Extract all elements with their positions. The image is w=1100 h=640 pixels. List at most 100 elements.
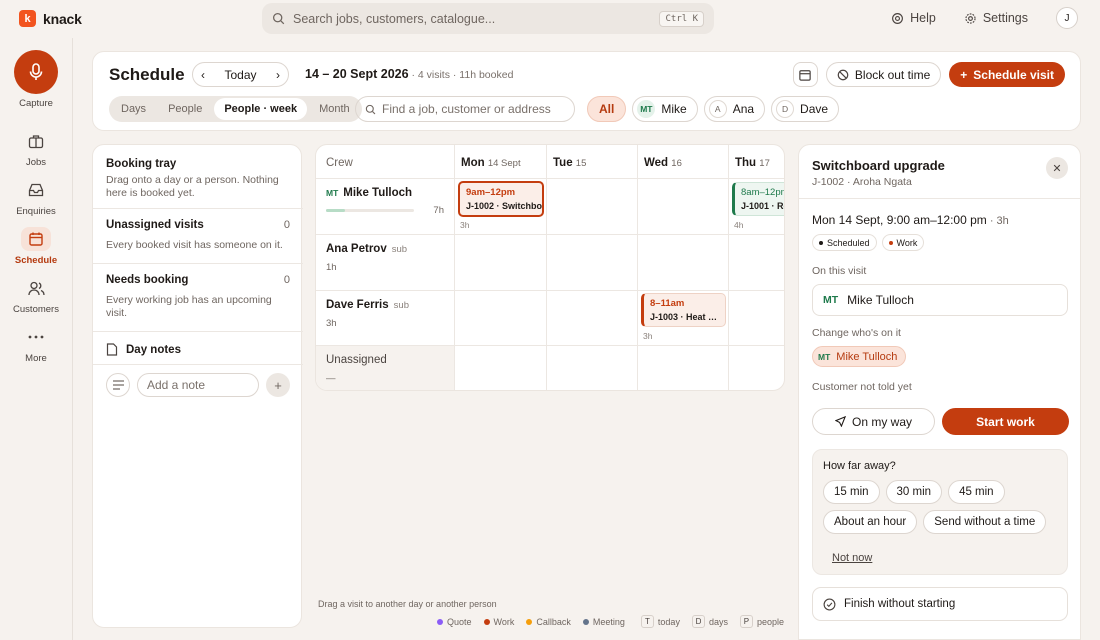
grid-cell[interactable]	[455, 291, 547, 346]
grid-cell[interactable]	[729, 235, 784, 291]
finish-label: Finish without starting	[844, 598, 956, 610]
chevron-right-icon[interactable]: ›	[276, 68, 280, 82]
crew-row-mike[interactable]: MT Mike Tulloch 7h	[316, 179, 455, 235]
assigned-person[interactable]: MT Mike Tulloch	[812, 284, 1068, 316]
eta-option-15[interactable]: 15 min	[823, 480, 880, 504]
legend-item: Work	[483, 617, 514, 627]
filter-dave[interactable]: D Dave	[771, 96, 840, 122]
app-logo[interactable]: k knack	[19, 10, 82, 27]
view-days[interactable]: Days	[111, 98, 156, 120]
on-my-way-button[interactable]: On my way	[812, 408, 935, 435]
today-button[interactable]: Today	[224, 68, 256, 82]
grid-cell[interactable]	[547, 346, 638, 390]
needs-booking-section[interactable]: Needs booking 0 Every working job has an …	[93, 274, 303, 319]
grid-cell[interactable]	[547, 179, 638, 235]
grid-cell[interactable]	[547, 291, 638, 346]
start-work-button[interactable]: Start work	[942, 408, 1069, 435]
needs-desc: Every working job has an upcoming visit.	[106, 294, 272, 319]
help-icon	[892, 12, 904, 24]
day-notes-header[interactable]: Day notes	[93, 343, 303, 356]
avatar: MT	[818, 351, 831, 362]
view-month[interactable]: Month	[309, 98, 360, 120]
day-header-tue[interactable]: Tue 15	[547, 145, 638, 179]
sidebar-item-customers[interactable]: Customers	[0, 276, 72, 315]
visit-title: Switchboard upgrade	[812, 158, 945, 173]
grid-cell[interactable]	[455, 235, 547, 291]
plus-icon: +	[274, 377, 282, 393]
add-note-button[interactable]: +	[266, 373, 290, 397]
tray-intro: Booking tray Drag onto a day or a person…	[93, 158, 303, 199]
find-input[interactable]: Find a job, customer or address	[355, 96, 575, 122]
block-out-time-button[interactable]: Block out time	[825, 62, 942, 87]
assigned-person-name: Mike Tulloch	[847, 293, 914, 307]
settings-link[interactable]: Settings	[964, 11, 1028, 25]
sidebar-item-more[interactable]: More	[0, 325, 72, 364]
finish-without-starting-button[interactable]: Finish without starting	[812, 587, 1068, 621]
eta-option-hour[interactable]: About an hour	[823, 510, 918, 534]
schedule-grid: Crew Mon 14 Sept Tue 15 Wed 16 Thu 17 MT…	[315, 144, 785, 391]
unassigned-visits-section[interactable]: Unassigned visits 0 Every booked visit ha…	[93, 219, 303, 252]
sidebar-item-enquiries[interactable]: Enquiries	[0, 178, 72, 217]
day-header-mon[interactable]: Mon 14 Sept	[455, 145, 547, 179]
sidebar-item-label: Enquiries	[16, 206, 56, 217]
sidebar-item-label: Customers	[13, 304, 59, 315]
grid-cell[interactable]	[547, 235, 638, 291]
filter-ana[interactable]: A Ana	[703, 96, 766, 122]
visit-card[interactable]: 8am–12pm J-1001 · Rewire	[732, 182, 784, 216]
date-range: 14 – 20 Sept 2026 · 4 visits · 11h booke…	[305, 67, 513, 81]
chevron-left-icon[interactable]: ‹	[201, 68, 205, 82]
sidebar-item-jobs[interactable]: Jobs	[0, 129, 72, 168]
sidebar-item-label: Schedule	[14, 255, 58, 266]
filter-mike[interactable]: MT Mike	[632, 96, 698, 122]
avatar: MT	[823, 294, 839, 306]
not-now-link[interactable]: Not now	[832, 552, 872, 564]
crew-chip-mike[interactable]: MT Mike Tulloch	[812, 346, 907, 367]
grid-cell[interactable]	[638, 235, 729, 291]
grid-cell[interactable]	[638, 346, 729, 390]
crew-row-ana[interactable]: Ana Petrov sub 1h	[316, 235, 455, 291]
note-template-button[interactable]	[106, 373, 130, 397]
eta-title: How far away?	[823, 460, 896, 472]
calendar-settings-button[interactable]	[792, 62, 818, 87]
crew-column-header: Crew	[316, 145, 455, 179]
shortcut-hint: Ddays	[691, 615, 728, 628]
sidebar-item-schedule[interactable]: Schedule	[0, 227, 72, 266]
visit-duration: 3h	[460, 220, 470, 230]
inbox-icon	[28, 183, 44, 197]
unassigned-desc: Every booked visit has someone on it.	[106, 239, 283, 251]
search-icon	[272, 12, 285, 25]
grid-cell[interactable]	[729, 291, 784, 346]
eta-option-no-time[interactable]: Send without a time	[923, 510, 1047, 534]
grid-cell[interactable]	[455, 346, 547, 390]
calendar-icon	[799, 69, 812, 81]
sidebar-divider	[72, 38, 73, 640]
day-header-thu[interactable]: Thu 17	[729, 145, 784, 179]
date-navigator: ‹ Today ›	[192, 62, 289, 87]
help-link[interactable]: Help	[891, 11, 936, 25]
capture-button[interactable]	[14, 50, 58, 94]
capture-label: Capture	[19, 98, 53, 109]
page-title: Schedule	[109, 65, 185, 84]
eta-option-30[interactable]: 30 min	[885, 480, 943, 504]
view-people-week[interactable]: People · week	[214, 98, 308, 120]
day-header-wed[interactable]: Wed 16	[638, 145, 729, 179]
crew-row-dave[interactable]: Dave Ferris sub 3h	[316, 291, 455, 346]
visit-when: Mon 14 Sept, 9:00 am–12:00 pm · 3h	[812, 213, 1009, 227]
search-shortcut: Ctrl K	[659, 10, 704, 27]
briefcase-icon	[28, 134, 44, 148]
add-note-input[interactable]: Add a note	[137, 373, 259, 397]
view-people[interactable]: People	[158, 98, 212, 120]
filter-all[interactable]: All	[587, 96, 627, 122]
visit-tags: Scheduled Work	[812, 234, 925, 251]
close-icon[interactable]: ✕	[1046, 157, 1068, 179]
global-search[interactable]: Search jobs, customers, catalogue... Ctr…	[262, 3, 714, 34]
schedule-visit-button[interactable]: + Schedule visit	[949, 62, 1065, 87]
user-avatar[interactable]: J	[1056, 7, 1078, 29]
legend-item: Callback	[526, 617, 571, 627]
unassigned-count: 0	[283, 219, 290, 231]
visit-card[interactable]: 8–11am J-1003 · Heat pump	[641, 293, 726, 327]
eta-option-45[interactable]: 45 min	[948, 480, 1005, 504]
grid-cell[interactable]	[638, 179, 729, 235]
visit-card-selected[interactable]: 9am–12pm J-1002 · Switchboard upgrade	[458, 181, 544, 217]
grid-cell[interactable]	[729, 346, 784, 390]
